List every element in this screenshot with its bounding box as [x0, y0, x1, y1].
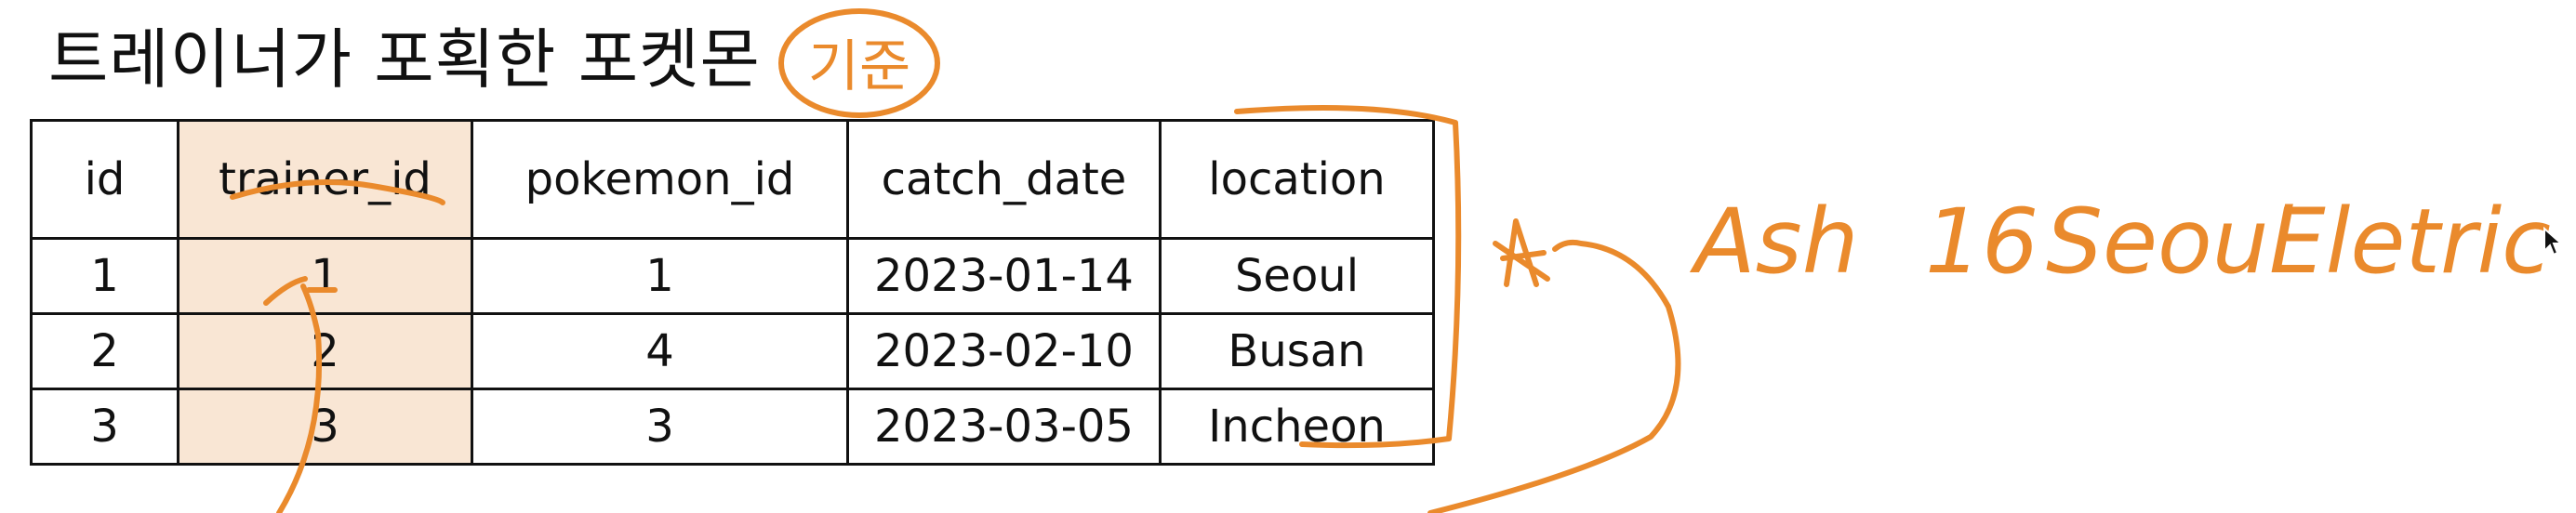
cell-pokemon-id: 1	[471, 237, 849, 315]
caught-pokemon-table: id trainer_id pokemon_id catch_date loca…	[30, 119, 1435, 466]
cell-pokemon-id: 4	[471, 312, 849, 390]
cell-pokemon-id: 3	[471, 388, 849, 466]
arrow-to-note-annotation	[1427, 239, 1681, 513]
header-id: id	[30, 119, 179, 240]
table-header-row: id trainer_id pokemon_id catch_date loca…	[30, 119, 1435, 240]
note-name: Ash	[1694, 190, 1859, 294]
header-trainer-id: trainer_id	[177, 119, 473, 240]
cell-catch-date: 2023-03-05	[846, 388, 1162, 466]
note-city: Seoul	[2046, 190, 2294, 294]
table-row: 3 3 3 2023-03-05 Incheon	[30, 388, 1435, 466]
cell-id: 3	[30, 388, 179, 466]
cell-id: 1	[30, 237, 179, 315]
cell-catch-date: 2023-01-14	[846, 237, 1162, 315]
table-row: 1 1 1 2023-01-14 Seoul	[30, 237, 1435, 315]
circled-label: 기준	[808, 34, 910, 99]
cell-id: 2	[30, 312, 179, 390]
circle-annotation	[778, 8, 940, 118]
cell-trainer-id: 3	[177, 388, 473, 466]
header-location: location	[1159, 119, 1435, 240]
cell-trainer-id: 1	[177, 237, 473, 315]
note-type: Eletric	[2269, 190, 2551, 294]
cell-location: Incheon	[1159, 388, 1435, 466]
cell-location: Busan	[1159, 312, 1435, 390]
header-pokemon-id: pokemon_id	[471, 119, 849, 240]
cell-location: Seoul	[1159, 237, 1435, 315]
page-title: 트레이너가 포획한 포켓몬	[48, 21, 761, 98]
note-number: 16	[1925, 190, 2039, 294]
scribble-annotation	[1493, 218, 1550, 287]
cell-catch-date: 2023-02-10	[846, 312, 1162, 390]
header-catch-date: catch_date	[846, 119, 1162, 240]
mouse-pointer-icon	[2543, 227, 2563, 256]
table-row: 2 2 4 2023-02-10 Busan	[30, 312, 1435, 390]
cell-trainer-id: 2	[177, 312, 473, 390]
